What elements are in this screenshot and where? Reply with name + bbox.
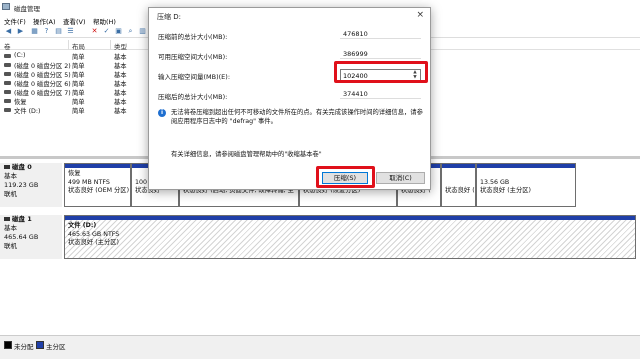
- partition-recovery[interactable]: 恢复 499 MB NTFS 状态良好 (OEM 分区): [64, 163, 131, 207]
- shrink-button[interactable]: 压缩(S): [322, 172, 368, 184]
- search-icon[interactable]: ⌕: [126, 27, 135, 36]
- more-info-text: 有关详细信息，请参阅磁盘管理帮助中的"收缩基本卷": [171, 151, 322, 158]
- shrink-amount-input[interactable]: [343, 71, 405, 80]
- partition-d[interactable]: 文件 (D:) 465.63 GB NTFS 状态良好 (主分区): [64, 215, 636, 259]
- dialog-title: 压缩 D:: [157, 13, 181, 21]
- available-value: 386999: [340, 50, 421, 59]
- total-after-value: 374410: [340, 90, 421, 99]
- legend-unallocated: 未分配: [14, 343, 34, 351]
- shrink-amount-stepper[interactable]: ▲ ▼: [340, 69, 421, 81]
- delete-icon[interactable]: ✕: [90, 27, 99, 36]
- column-layout[interactable]: 布局: [72, 41, 85, 51]
- forward-icon[interactable]: ▶: [16, 27, 25, 36]
- primary-swatch: [36, 341, 44, 349]
- properties-icon[interactable]: ▤: [54, 27, 63, 36]
- back-icon[interactable]: ◀: [4, 27, 13, 36]
- close-icon[interactable]: ×: [416, 10, 424, 20]
- window-title: 磁盘管理: [14, 5, 40, 13]
- help-icon[interactable]: ?: [42, 27, 51, 36]
- disk-1-label[interactable]: 磁盘 1 基本 465.64 GB 联机: [0, 215, 62, 259]
- column-type[interactable]: 类型: [114, 41, 127, 51]
- available-label: 可用压缩空间大小(MB):: [158, 53, 228, 61]
- cancel-button[interactable]: 取消(C): [376, 172, 425, 184]
- partition-last[interactable]: 13.56 GB 状态良好 (主分区): [476, 163, 576, 207]
- shrink-amount-label: 输入压缩空间量(MB)(E):: [158, 73, 231, 81]
- shrink-dialog: 压缩 D: × 压缩前的总计大小(MB): 476810 可用压缩空间大小(MB…: [148, 7, 431, 190]
- list-icon[interactable]: ☰: [66, 27, 75, 36]
- total-before-label: 压缩前的总计大小(MB):: [158, 33, 228, 41]
- total-before-value: 476810: [340, 30, 421, 39]
- legend-primary: 主分区: [46, 343, 66, 351]
- check-icon[interactable]: ✓: [102, 27, 111, 36]
- info-text: 无法将卷压缩到超出任何不可移动的文件所在的点。有关完成该操作时间的详细信息，请参…: [171, 109, 423, 125]
- disk-icon: [4, 165, 10, 169]
- partition-7[interactable]: 状态良好 (: [441, 163, 476, 207]
- disk-icon: [4, 217, 10, 221]
- folder-icon[interactable]: ▣: [114, 27, 123, 36]
- console-tree-icon[interactable]: ▦: [30, 27, 39, 36]
- disk-0-label[interactable]: 磁盘 0 基本 119.23 GB 联机: [0, 163, 62, 207]
- legend: 未分配 主分区: [0, 335, 640, 359]
- total-after-label: 压缩后的总计大小(MB):: [158, 93, 228, 101]
- view-icon[interactable]: ▥: [138, 27, 147, 36]
- spin-down-icon[interactable]: ▼: [411, 75, 419, 80]
- info-icon: i: [158, 109, 166, 117]
- disk-management-icon: [2, 3, 10, 10]
- column-volume[interactable]: 卷: [4, 41, 11, 51]
- unallocated-swatch: [4, 341, 12, 349]
